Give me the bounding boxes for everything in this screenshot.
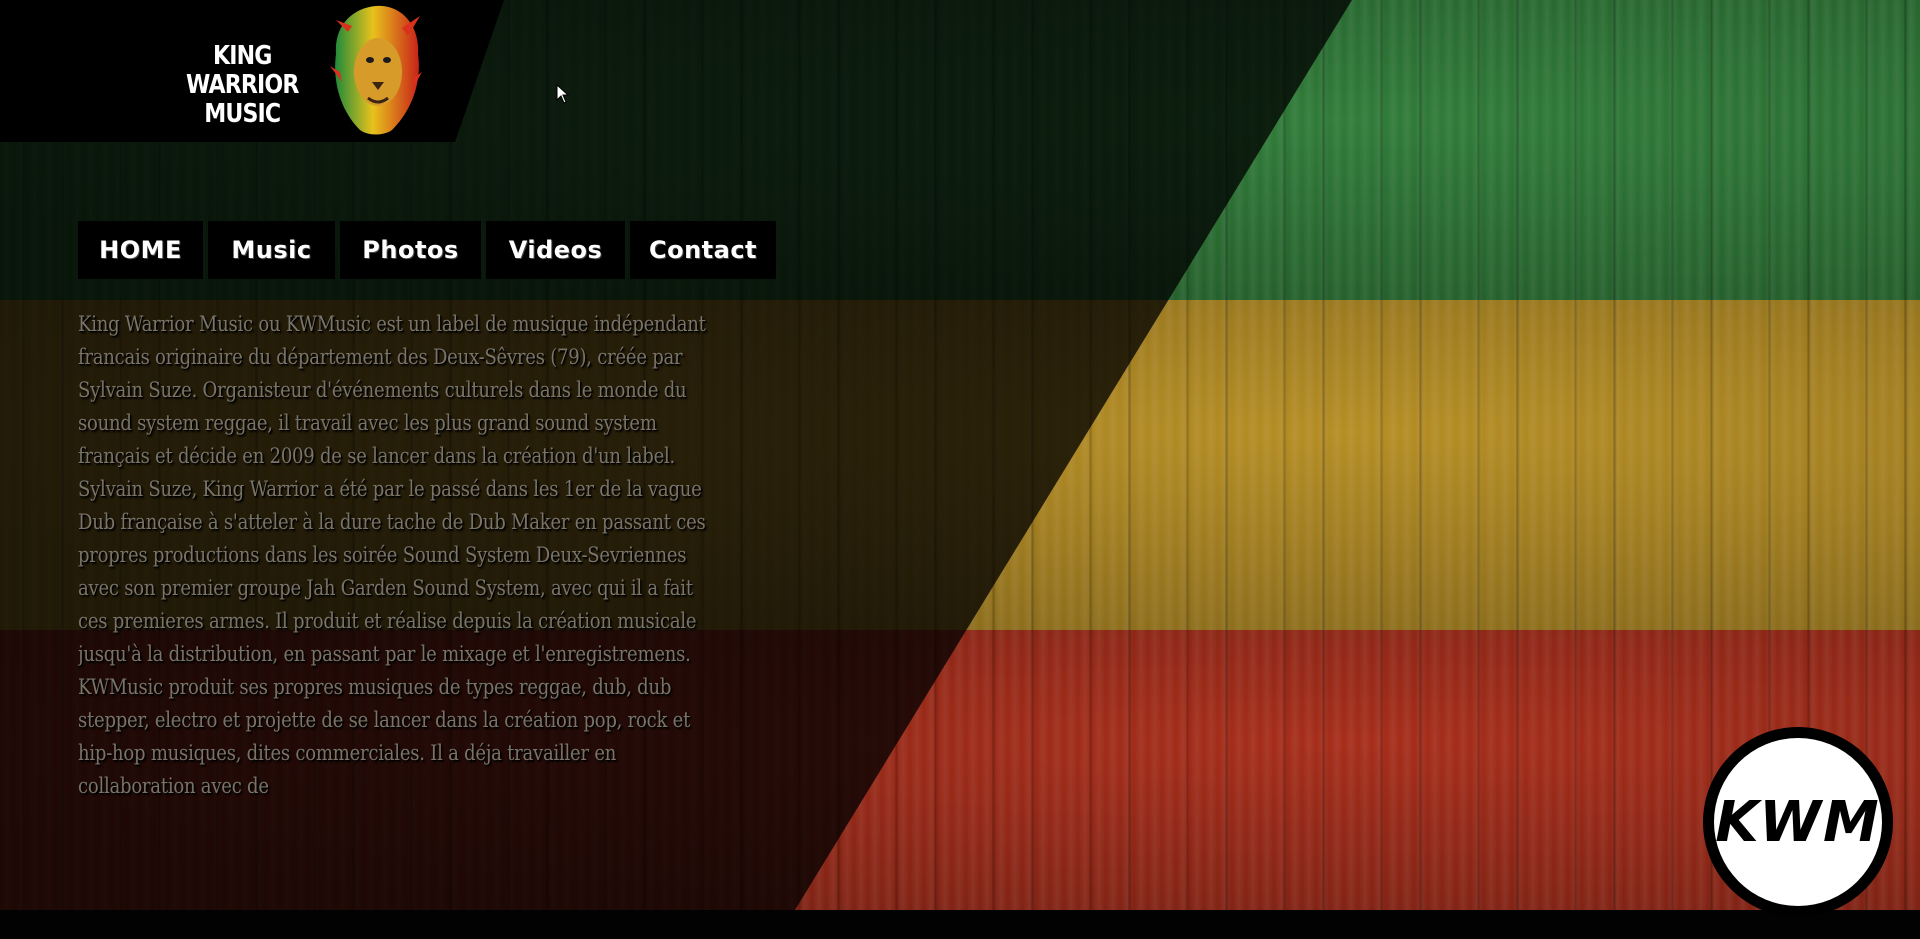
about-text: King Warrior Music ou KWMusic est un lab…	[78, 312, 706, 798]
kwm-badge-label: KWM	[1714, 738, 1882, 906]
site-logo[interactable]: KING WARRIOR MUSIC	[170, 2, 430, 140]
mouse-cursor-icon	[556, 84, 570, 104]
page: KING WARRIOR MUSIC HOME Music Photos Vid…	[0, 0, 1920, 939]
main-nav: HOME Music Photos Videos Contact	[78, 221, 776, 279]
logo-text: KING WARRIOR MUSIC	[170, 42, 315, 129]
nav-item-photos[interactable]: Photos	[340, 221, 481, 279]
bottom-bar	[0, 910, 1920, 939]
lion-icon	[330, 5, 422, 135]
nav-item-contact[interactable]: Contact	[630, 221, 776, 279]
nav-item-home[interactable]: HOME	[78, 221, 203, 279]
logo-line-1: KING WARRIOR	[185, 41, 299, 100]
logo-line-2: MUSIC	[204, 99, 281, 129]
nav-item-music[interactable]: Music	[208, 221, 335, 279]
nav-item-videos[interactable]: Videos	[486, 221, 625, 279]
kwm-badge[interactable]: KWM	[1703, 727, 1893, 917]
